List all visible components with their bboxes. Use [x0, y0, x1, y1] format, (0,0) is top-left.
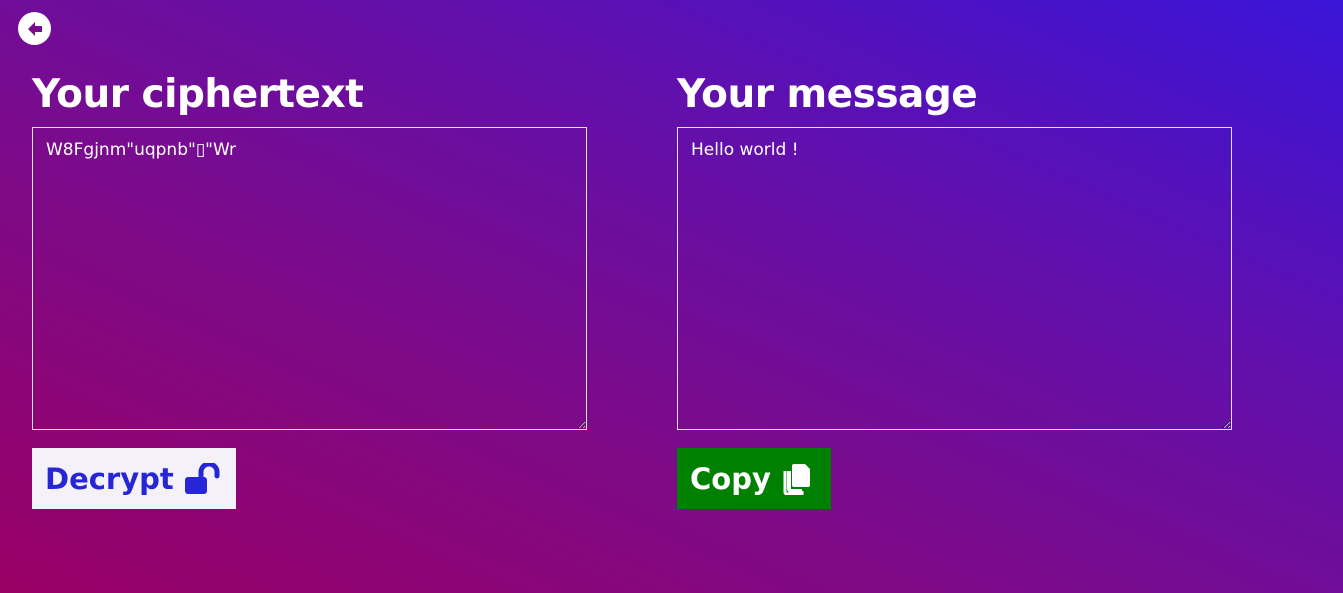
ciphertext-input[interactable]	[32, 127, 587, 430]
back-button[interactable]	[18, 12, 51, 45]
message-panel: Your message Copy	[677, 70, 1233, 509]
decrypt-button-label: Decrypt	[45, 461, 174, 496]
unlock-icon	[184, 462, 220, 495]
ciphertext-panel: Your ciphertext Decrypt	[32, 70, 588, 509]
copy-button[interactable]: Copy	[677, 448, 831, 509]
copy-button-label: Copy	[690, 461, 771, 496]
message-title: Your message	[677, 72, 978, 117]
arrow-left-circle-icon	[25, 19, 45, 39]
copy-icon	[781, 463, 811, 495]
ciphertext-title: Your ciphertext	[32, 72, 364, 117]
decrypt-button[interactable]: Decrypt	[32, 448, 236, 509]
message-output[interactable]	[677, 127, 1232, 430]
